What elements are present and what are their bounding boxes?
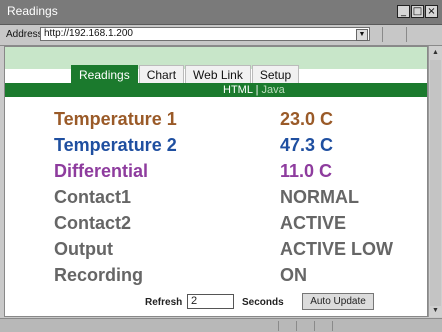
html-link[interactable]: HTML xyxy=(223,84,253,96)
reading-value-differential: 11.0 C xyxy=(280,161,333,181)
refresh-seconds-input[interactable]: 2 xyxy=(187,294,234,309)
reading-value-temperature-2: 47.3 C xyxy=(280,135,334,155)
window-controls: _ □ × xyxy=(397,5,438,18)
refresh-controls: Refresh 2 Seconds Auto Update xyxy=(5,292,427,314)
reading-value-contact1: NORMAL xyxy=(280,187,359,207)
reading-value-contact2: ACTIVE xyxy=(280,213,347,233)
tab-bar: Readings Chart Web Link Setup xyxy=(71,65,300,84)
scrollbar-thumb[interactable] xyxy=(430,60,441,306)
address-url: http://192.168.1.200 xyxy=(44,28,133,39)
reading-label-contact2: Contact2 xyxy=(54,213,132,233)
address-label: Address xyxy=(6,29,43,40)
seconds-label: Seconds xyxy=(242,297,284,308)
status-divider xyxy=(332,321,333,331)
vertical-scrollbar[interactable]: ▲ ▼ xyxy=(428,46,442,317)
minimize-icon[interactable]: _ xyxy=(397,5,410,18)
subnav-separator: | xyxy=(255,84,259,96)
close-icon[interactable]: × xyxy=(425,5,438,18)
reading-value-temperature-1: 23.0 C xyxy=(280,109,334,129)
reading-label-contact1: Contact1 xyxy=(54,187,132,207)
reading-value-recording: ON xyxy=(280,265,307,285)
toolbar-divider xyxy=(406,27,421,42)
status-bar xyxy=(0,318,442,332)
tab-chart[interactable]: Chart xyxy=(138,65,185,84)
page-content: Readings Chart Web Link Setup HTML | Jav… xyxy=(4,46,428,317)
scroll-down-icon[interactable]: ▼ xyxy=(430,305,441,316)
address-input[interactable]: http://192.168.1.200 ▼ xyxy=(40,27,370,41)
tab-web-link[interactable]: Web Link xyxy=(185,65,251,84)
reading-label-output: Output xyxy=(54,239,113,259)
reading-label-temperature-1: Temperature 1 xyxy=(54,109,177,129)
scroll-up-icon[interactable]: ▲ xyxy=(430,47,441,58)
address-dropdown-icon[interactable]: ▼ xyxy=(356,29,368,41)
reading-label-temperature-2: Temperature 2 xyxy=(54,135,177,155)
tab-readings[interactable]: Readings xyxy=(71,65,138,84)
address-bar: Address http://192.168.1.200 ▼ xyxy=(0,25,442,46)
refresh-label: Refresh xyxy=(145,297,183,308)
auto-update-button[interactable]: Auto Update xyxy=(302,293,374,310)
reading-label-differential: Differential xyxy=(54,161,149,181)
status-divider xyxy=(278,321,279,331)
reading-value-output: ACTIVE LOW xyxy=(280,239,393,259)
status-divider xyxy=(296,321,297,331)
window-title: Readings xyxy=(7,4,58,18)
status-divider xyxy=(314,321,315,331)
toolbar-divider xyxy=(382,27,397,42)
java-link[interactable]: Java xyxy=(262,84,285,96)
subnav-bar: HTML | Java xyxy=(5,83,427,97)
window-titlebar: Readings _ □ × xyxy=(0,0,442,25)
maximize-icon[interactable]: □ xyxy=(411,5,424,18)
tab-setup[interactable]: Setup xyxy=(251,65,300,84)
reading-label-recording: Recording xyxy=(54,265,144,285)
